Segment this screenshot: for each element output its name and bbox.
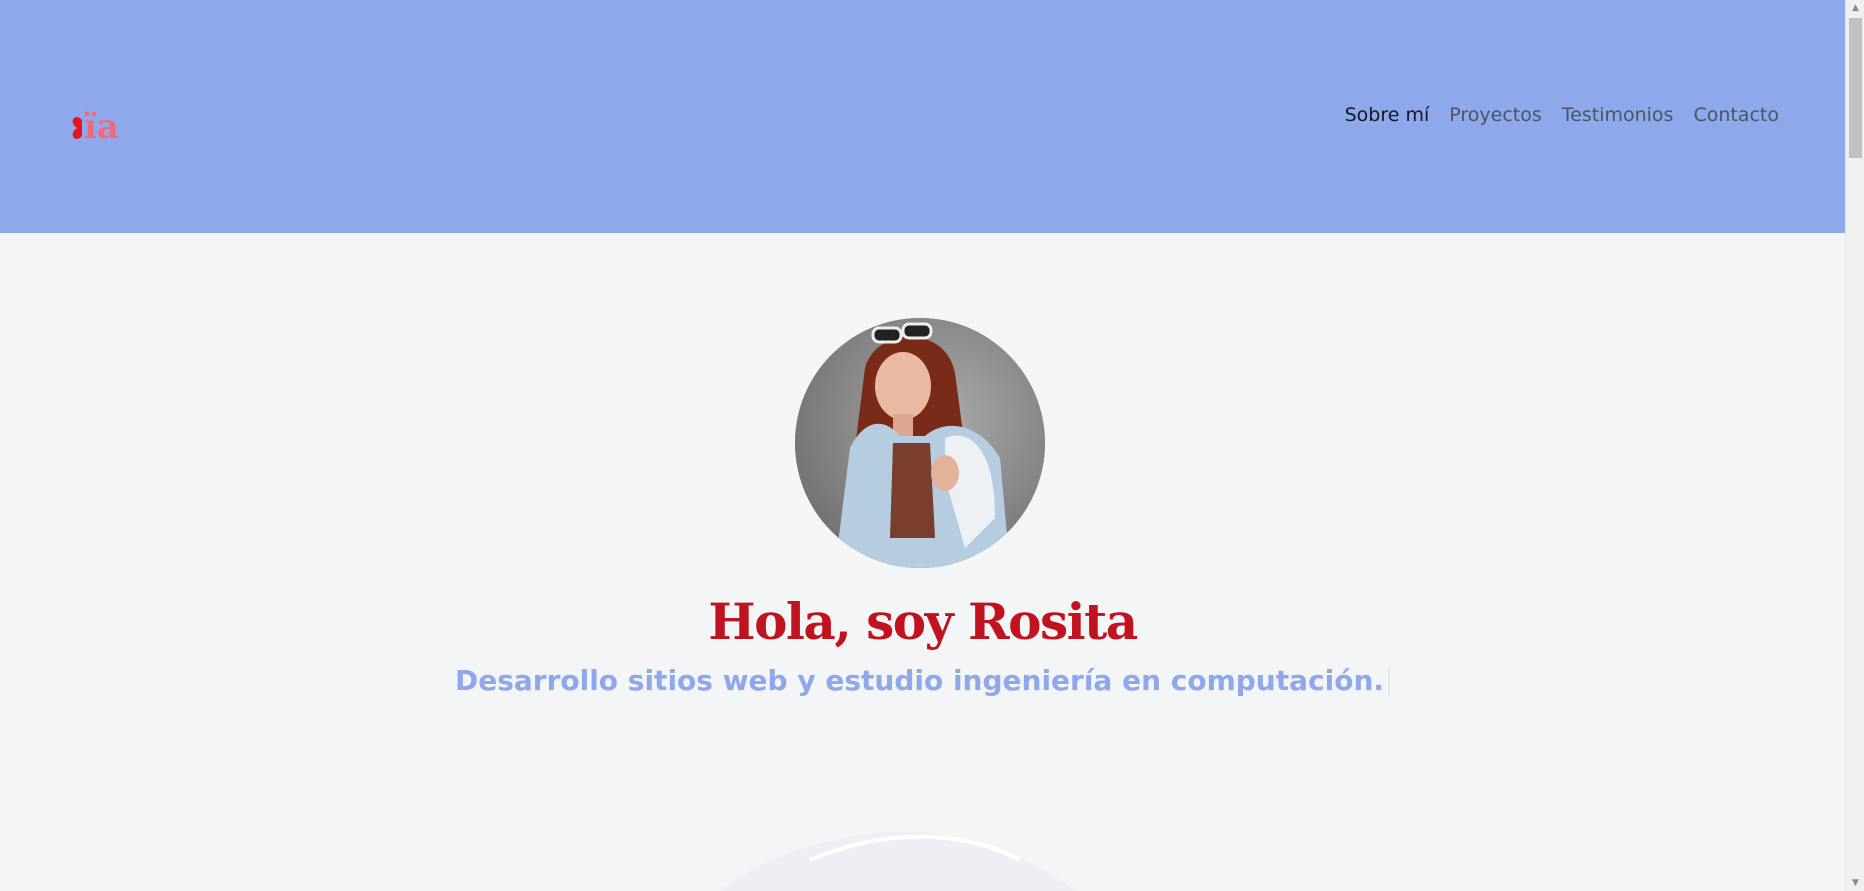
hero-title: Hola, soy Rosita	[708, 592, 1138, 651]
logo-mark: ïa	[72, 107, 119, 147]
typing-cursor	[1388, 668, 1391, 696]
vertical-scrollbar[interactable]: ▲ ▼	[1845, 0, 1864, 891]
nav-item-testimonios[interactable]: Testimonios	[1562, 104, 1674, 126]
profile-photo	[795, 318, 1045, 568]
scroll-down-arrow-icon[interactable]: ▼	[1846, 875, 1864, 891]
main-nav: Sobre mí Proyectos Testimonios Contacto	[1345, 104, 1779, 126]
profile-avatar	[795, 318, 1045, 568]
scrollbar-thumb[interactable]	[1849, 18, 1862, 158]
hero-subtitle-text: Desarrollo sitios web y estudio ingenier…	[454, 664, 1385, 697]
site-logo[interactable]: ïa	[70, 104, 134, 147]
nav-item-contacto[interactable]: Contacto	[1693, 104, 1779, 126]
scroll-up-arrow-icon[interactable]: ▲	[1846, 0, 1864, 16]
decorative-wave	[719, 831, 1076, 891]
nav-item-sobre-mi[interactable]: Sobre mí	[1345, 104, 1430, 126]
page: ïa Sobre mí Proyectos Testimonios Contac…	[0, 0, 1864, 891]
site-header: ïa Sobre mí Proyectos Testimonios Contac…	[0, 0, 1845, 233]
nav-item-proyectos[interactable]: Proyectos	[1449, 104, 1542, 126]
hero-subtitle: Desarrollo sitios web y estudio ingenier…	[0, 664, 1845, 697]
logo-text: ïa	[84, 107, 119, 144]
